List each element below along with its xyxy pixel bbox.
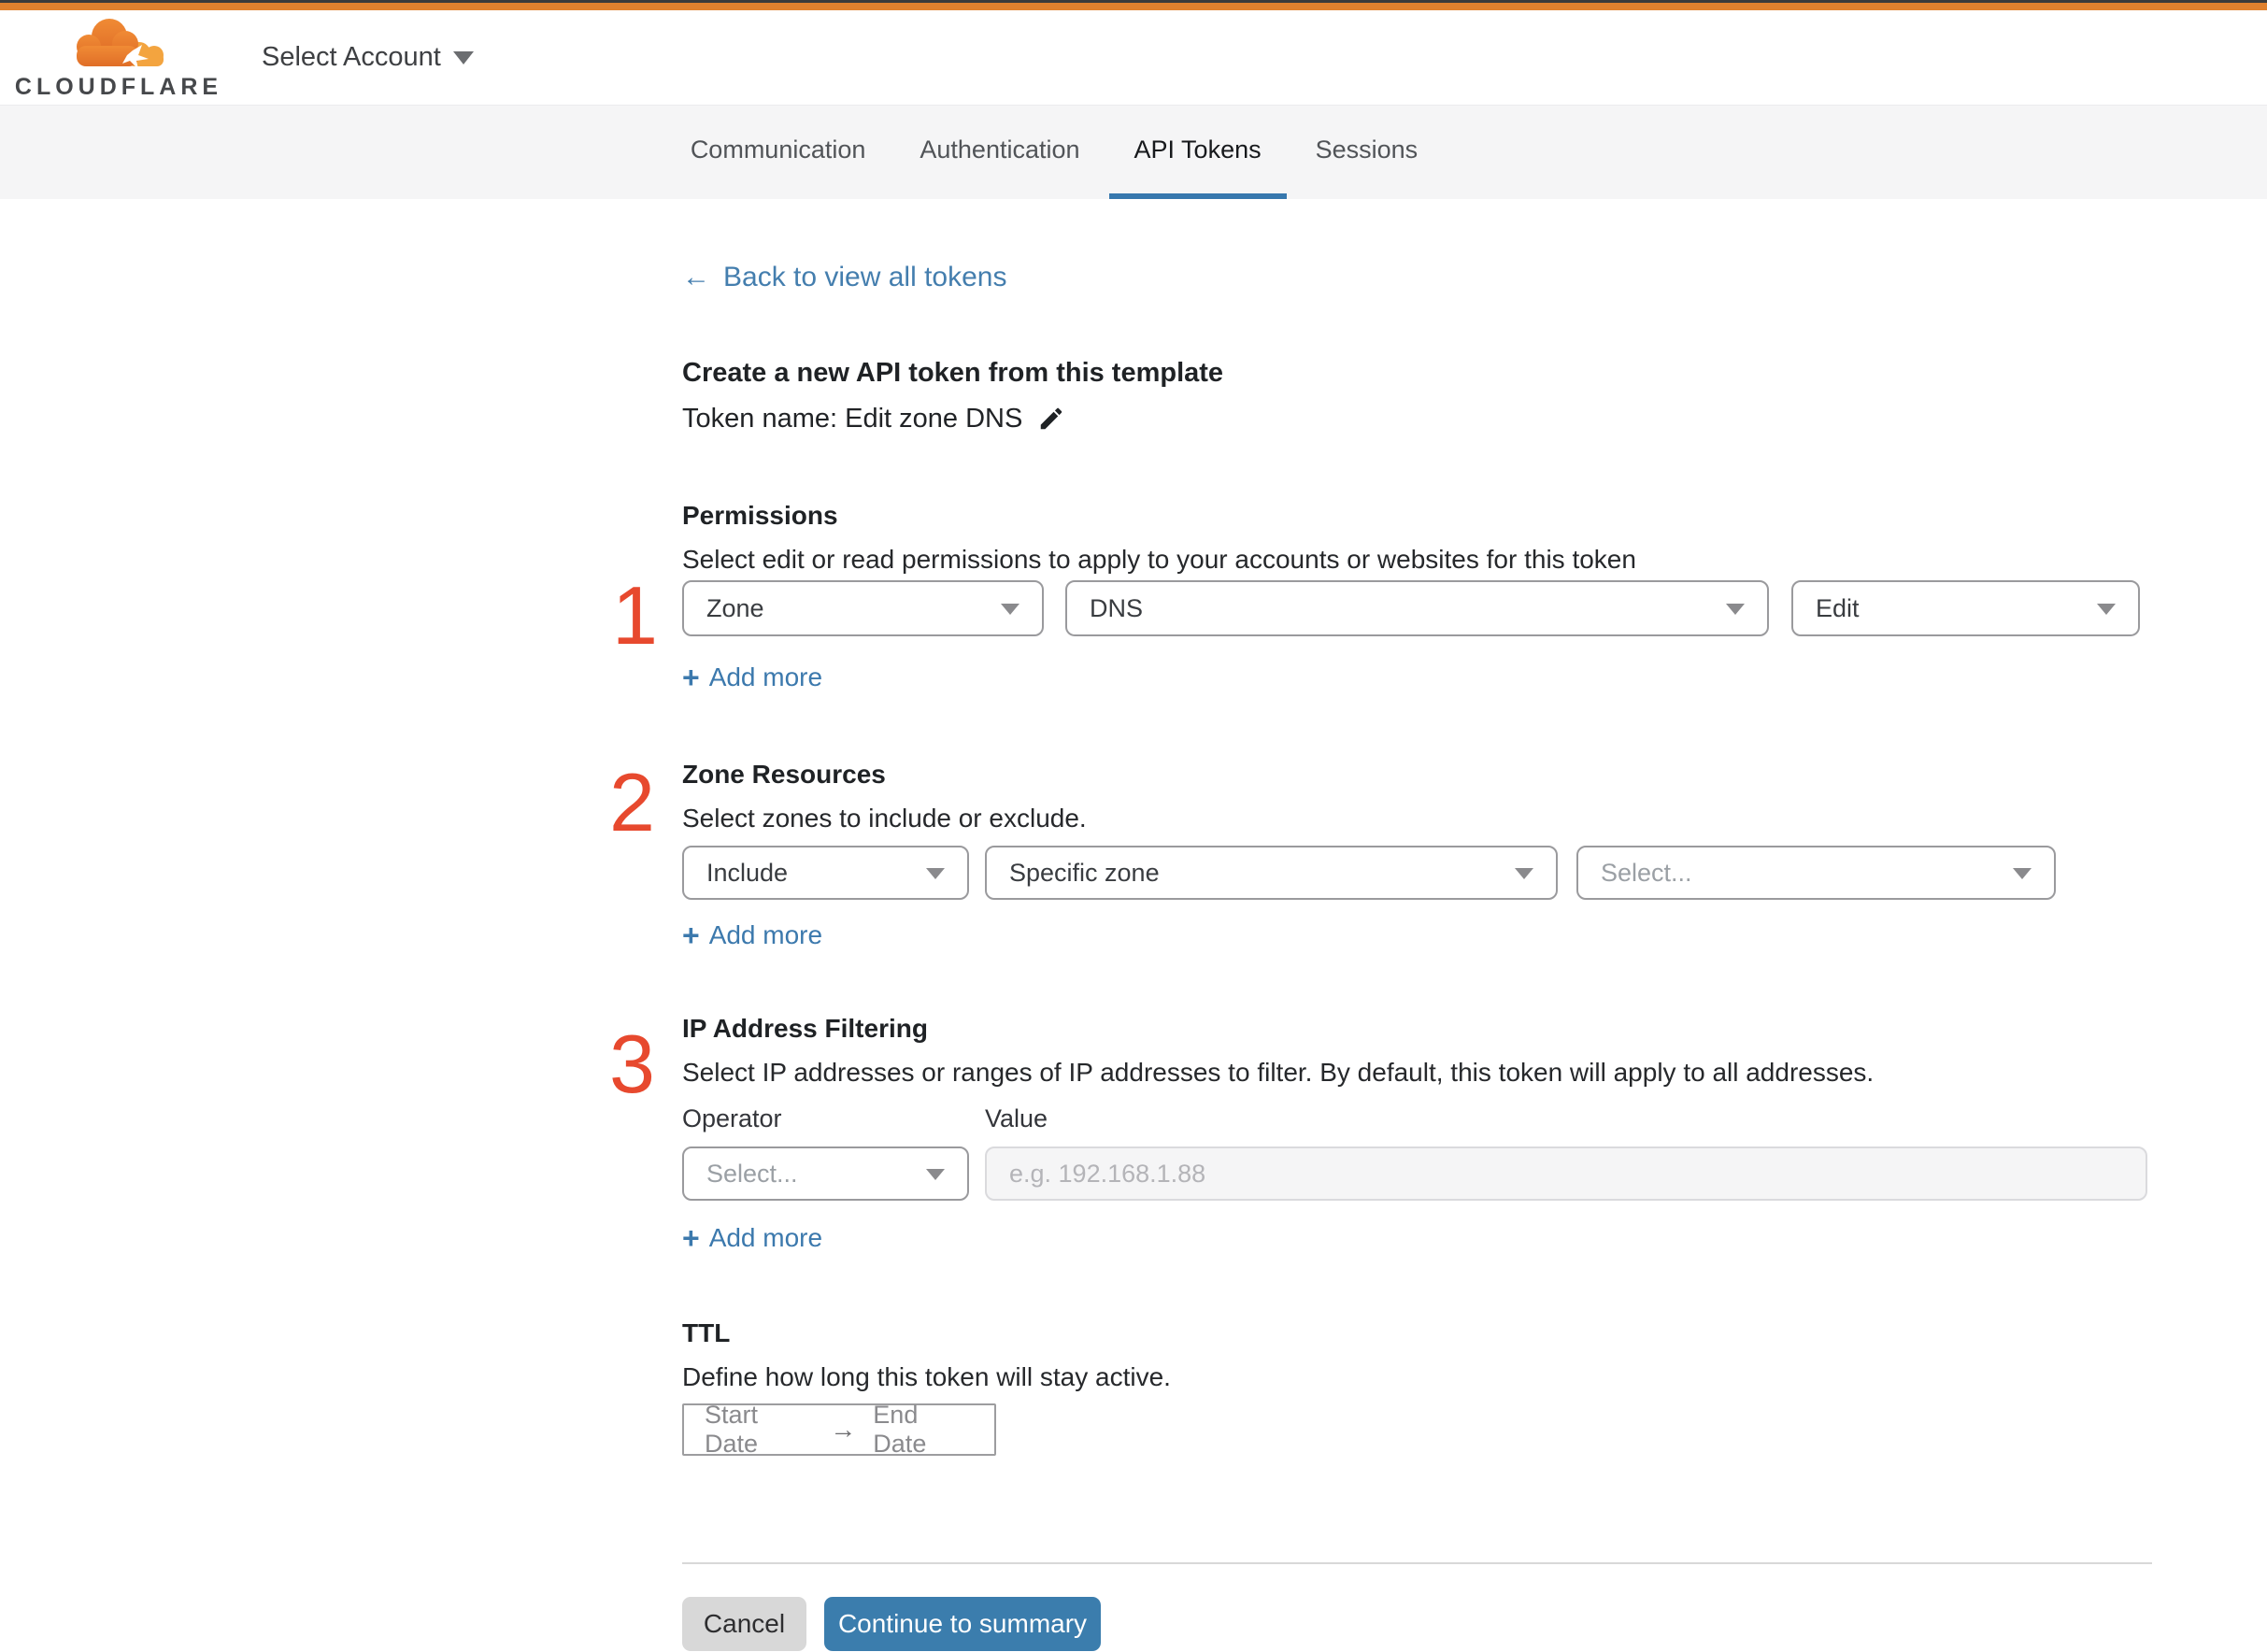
- ip-filtering-description: Select IP addresses or ranges of IP addr…: [682, 1058, 1875, 1087]
- tab-authentication[interactable]: Authentication: [894, 106, 1105, 199]
- ip-value-input[interactable]: [985, 1146, 2147, 1201]
- ttl-date-range-picker[interactable]: Start Date → End Date: [682, 1401, 996, 1458]
- back-to-tokens-link[interactable]: ← Back to view all tokens: [682, 261, 1006, 294]
- zone-type-select[interactable]: Specific zone: [985, 846, 1558, 900]
- permission-scope-value: Zone: [706, 593, 764, 622]
- zone-include-value: Include: [706, 858, 789, 887]
- permissions-add-more-label: Add more: [708, 662, 823, 691]
- footer-divider: [682, 1562, 2152, 1564]
- back-link-label: Back to view all tokens: [723, 262, 1007, 292]
- footer-actions: Cancel Continue to summary: [682, 1597, 2152, 1651]
- ip-filtering-add-more-link[interactable]: + Add more: [682, 1222, 822, 1254]
- zone-resources-description: Select zones to include or exclude.: [682, 804, 1087, 833]
- ip-filtering-add-more-label: Add more: [708, 1223, 823, 1252]
- plus-icon: +: [682, 919, 700, 952]
- arrow-right-icon: →: [830, 1415, 857, 1444]
- ip-filtering-row: Select...: [682, 1146, 2152, 1201]
- account-selector-label: Select Account: [262, 42, 441, 72]
- cancel-button[interactable]: Cancel: [682, 1597, 806, 1651]
- tab-api-tokens[interactable]: API Tokens: [1108, 106, 1287, 199]
- ip-filtering-labels: Operator Value: [682, 1103, 2152, 1134]
- zone-resources-add-more-link[interactable]: + Add more: [682, 919, 822, 951]
- permissions-add-more-link[interactable]: + Add more: [682, 662, 822, 693]
- permission-group-select[interactable]: DNS: [1065, 580, 1769, 636]
- permission-scope-select[interactable]: Zone: [682, 580, 1044, 636]
- app-header: CLOUDFLARE Select Account: [0, 10, 2267, 106]
- chevron-down-icon: [1001, 604, 1019, 615]
- value-label: Value: [985, 1104, 1048, 1132]
- zone-include-select[interactable]: Include: [682, 846, 969, 900]
- api-token-template-page: 1 2 3 ← Back to view all tokens Create a…: [0, 199, 2267, 1651]
- tab-communication[interactable]: Communication: [665, 106, 891, 199]
- token-name-row: Token name: Edit zone DNS: [682, 400, 2152, 437]
- ttl-heading: TTL: [682, 1318, 731, 1347]
- ttl-description: Define how long this token will stay act…: [682, 1362, 1171, 1391]
- permission-level-select[interactable]: Edit: [1791, 580, 2140, 636]
- edit-pencil-icon[interactable]: [1037, 405, 1065, 433]
- chevron-down-icon: [1726, 604, 1745, 615]
- account-selector[interactable]: Select Account: [262, 42, 474, 73]
- back-arrow-icon: ←: [682, 262, 710, 292]
- operator-label: Operator: [682, 1104, 782, 1132]
- plus-icon: +: [682, 1221, 700, 1255]
- zone-resources-add-more-label: Add more: [708, 920, 823, 949]
- cloudflare-cloud-icon: [68, 15, 169, 72]
- continue-to-summary-button[interactable]: Continue to summary: [824, 1597, 1101, 1651]
- step-marker-1: 1: [612, 569, 658, 662]
- ip-operator-value: Select...: [706, 1159, 798, 1188]
- chevron-down-icon: [926, 868, 945, 879]
- end-date-placeholder: End Date: [873, 1401, 927, 1458]
- ip-operator-select[interactable]: Select...: [682, 1146, 969, 1201]
- permissions-heading: Permissions: [682, 501, 838, 530]
- profile-tabbar: Communication Authentication API Tokens …: [0, 106, 2267, 199]
- step-marker-2: 2: [609, 756, 655, 848]
- plus-icon: +: [682, 661, 700, 694]
- permissions-description: Select edit or read permissions to apply…: [682, 545, 1636, 574]
- zone-resources-select-row: Include Specific zone Select...: [682, 846, 2152, 900]
- permission-level-value: Edit: [1816, 593, 1860, 622]
- chevron-down-icon: [452, 50, 474, 64]
- cloudflare-logo[interactable]: CLOUDFLARE: [15, 15, 218, 101]
- zone-type-value: Specific zone: [1009, 858, 1160, 887]
- zone-picker-value: Select...: [1601, 858, 1692, 887]
- page-title: Create a new API token from this templat…: [682, 358, 1224, 388]
- cloudflare-wordmark: CLOUDFLARE: [14, 73, 223, 100]
- top-orange-bar: [0, 3, 2267, 10]
- zone-picker-select[interactable]: Select...: [1576, 846, 2056, 900]
- step-marker-3: 3: [609, 1018, 655, 1110]
- tab-sessions[interactable]: Sessions: [1290, 106, 1444, 199]
- chevron-down-icon: [2013, 868, 2032, 879]
- ip-filtering-heading: IP Address Filtering: [682, 1014, 928, 1043]
- token-name-text: Token name: Edit zone DNS: [682, 404, 1023, 434]
- zone-resources-heading: Zone Resources: [682, 760, 886, 789]
- permissions-select-row: Zone DNS Edit: [682, 580, 2152, 636]
- start-date-placeholder: Start Date: [705, 1401, 759, 1458]
- permission-group-value: DNS: [1090, 593, 1144, 622]
- chevron-down-icon: [926, 1169, 945, 1180]
- chevron-down-icon: [1515, 868, 1533, 879]
- chevron-down-icon: [2097, 604, 2116, 615]
